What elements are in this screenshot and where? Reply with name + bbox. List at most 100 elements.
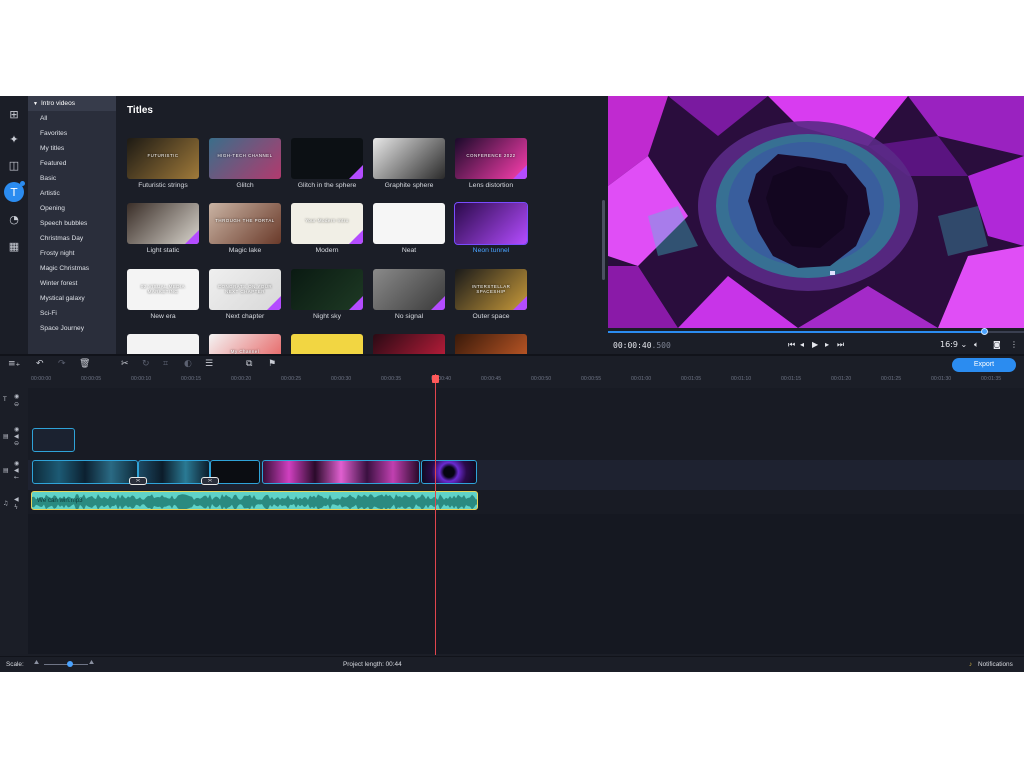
audio-track-fx-icon[interactable]: ϟ [14, 504, 18, 511]
category-item[interactable]: Winter forest [28, 276, 116, 291]
audio-track-volume-icon[interactable]: ◀ [14, 496, 19, 503]
title-thumbnail[interactable] [291, 334, 363, 354]
snapshot-icon[interactable]: ◙ [993, 340, 1001, 349]
video-clip-neon-tunnel[interactable] [421, 460, 477, 484]
bell-icon[interactable]: ♪ [969, 661, 972, 668]
aspect-ratio-select[interactable]: 16:9 ⌄ [940, 340, 967, 349]
title-thumbnail[interactable]: THROUGH THE PORTAL [209, 203, 281, 244]
title-thumbnail[interactable] [291, 269, 363, 310]
timeline-tracks: ›‹ ›‹ We can win.mp3 [28, 388, 1024, 654]
category-item[interactable]: Featured [28, 156, 116, 171]
scale-slider-track[interactable] [44, 664, 88, 665]
video-clip-1[interactable] [32, 460, 138, 484]
export-button[interactable]: Export [952, 358, 1016, 372]
category-header[interactable]: ▼ Intro videos [28, 96, 116, 111]
frame-forward-icon[interactable]: ▸ [825, 340, 829, 349]
category-item[interactable]: Space Journey [28, 321, 116, 336]
transition-marker-2[interactable]: ›‹ [201, 477, 219, 485]
overlay-track-visibility-icon[interactable]: ◉ [14, 426, 19, 433]
title-thumbnail[interactable] [373, 203, 445, 244]
title-thumbnail[interactable] [373, 269, 445, 310]
crop-icon[interactable]: ⌗ [163, 359, 168, 369]
video-track-link-icon[interactable]: ← [14, 474, 19, 481]
category-item[interactable]: My titles [28, 141, 116, 156]
rotate-icon[interactable]: ↻ [142, 359, 150, 369]
zoom-in-icon[interactable]: ⛰ [89, 660, 94, 667]
category-item[interactable]: Mystical galaxy [28, 291, 116, 306]
text-track[interactable] [28, 388, 1024, 428]
import-icon[interactable]: ⊞ [4, 104, 24, 124]
overlay-clip[interactable] [32, 428, 75, 452]
scale-slider-knob[interactable] [67, 661, 74, 667]
playhead-line[interactable] [435, 374, 436, 655]
title-thumbnail[interactable] [291, 138, 363, 179]
thumbnail-text: 02 VISUAL MEDIA MARKETING [140, 284, 186, 294]
title-thumbnail[interactable] [455, 334, 527, 354]
title-thumbnail[interactable]: INTERSTELLAR SPACESHIP [455, 269, 527, 310]
category-item[interactable]: Artistic [28, 186, 116, 201]
title-thumbnail[interactable] [127, 203, 199, 244]
title-thumbnail[interactable]: 02 VISUAL MEDIA MARKETING [127, 269, 199, 310]
overlay-track[interactable] [28, 428, 1024, 460]
title-thumbnail[interactable]: My Channel [209, 334, 281, 354]
more-icon[interactable]: ⋮ [1010, 340, 1018, 349]
title-thumbnail[interactable] [127, 334, 199, 354]
add-track-icon[interactable]: ≡₊ [8, 359, 20, 369]
undo-icon[interactable]: ↶ [36, 359, 44, 369]
skip-forward-icon[interactable]: ⏭ [837, 340, 844, 350]
title-label: Night sky [313, 313, 341, 320]
transition-marker-1[interactable]: ›‹ [129, 477, 147, 485]
preview-progress-knob[interactable] [981, 328, 989, 335]
timeline-ruler[interactable]: 00:00:00 00:00:05 00:00:10 00:00:15 00:00:20… [28, 374, 1024, 388]
preview-player[interactable] [608, 96, 1024, 328]
category-item[interactable]: Frosty night [28, 246, 116, 261]
title-thumbnail[interactable]: CONGRATS ON YOUR NEXT CHAPTER [209, 269, 281, 310]
video-track[interactable]: ›‹ ›‹ [28, 460, 1024, 490]
category-item[interactable]: Opening [28, 201, 116, 216]
video-track-visibility-icon[interactable]: ◉ [14, 460, 19, 467]
video-track-volume-icon[interactable]: ◀ [14, 467, 19, 474]
volume-icon[interactable]: 🔈︎ [974, 340, 979, 350]
title-thumbnail[interactable] [373, 138, 445, 179]
skip-back-icon[interactable]: ⏮ [788, 340, 795, 350]
title-thumbnail[interactable]: Your Modern Intro [291, 203, 363, 244]
audio-clip[interactable]: We can win.mp3 [31, 491, 478, 510]
title-thumbnail[interactable] [373, 334, 445, 354]
cut-icon[interactable]: ✂ [121, 359, 129, 369]
zoom-out-icon[interactable]: ⛰ [34, 660, 39, 667]
text-track-link-icon[interactable]: ⊖ [14, 401, 19, 408]
color-icon[interactable]: ◐ [184, 359, 192, 369]
overlay-track-volume-icon[interactable]: ◀ [14, 433, 19, 440]
category-item[interactable]: Magic Christmas [28, 261, 116, 276]
title-thumbnail[interactable]: FUTURISTIC [127, 138, 199, 179]
delete-icon[interactable]: 🗑︎ [79, 359, 90, 369]
adjust-icon[interactable]: ☰ [205, 359, 213, 369]
video-clip-2[interactable] [138, 460, 210, 484]
title-thumbnail[interactable]: HIGH-TECH CHANNEL [209, 138, 281, 179]
category-item[interactable]: All [28, 111, 116, 126]
category-item[interactable]: Sci-Fi [28, 306, 116, 321]
more-tools-icon[interactable]: ▦ [4, 236, 24, 256]
title-thumbnail[interactable]: CONFERENCE 2022 [455, 138, 527, 179]
frame-back-icon[interactable]: ◂ [800, 340, 804, 349]
overlay-track-link-icon[interactable]: ⊖ [14, 440, 19, 447]
gallery-scrollbar[interactable] [602, 200, 605, 280]
title-thumbnail[interactable] [454, 202, 528, 245]
redo-icon[interactable]: ↷ [58, 359, 66, 369]
category-item[interactable]: Favorites [28, 126, 116, 141]
category-item[interactable]: Basic [28, 171, 116, 186]
marker-icon[interactable]: ⚑ [268, 359, 276, 369]
play-icon[interactable]: ▶ [812, 340, 818, 349]
record-icon[interactable]: ⧉ [246, 359, 252, 369]
magic-wand-icon[interactable]: ✦ [4, 129, 24, 149]
video-clip-4[interactable] [262, 460, 420, 484]
audio-track[interactable]: We can win.mp3 [28, 490, 1024, 514]
stickers-icon[interactable]: ◔ [4, 209, 24, 229]
playhead-handle[interactable] [432, 375, 439, 383]
titles-icon[interactable]: T [4, 181, 25, 202]
category-item[interactable]: Speech bubbles [28, 216, 116, 231]
category-item[interactable]: Christmas Day [28, 231, 116, 246]
notifications-link[interactable]: Notifications [978, 661, 1013, 668]
text-track-visibility-icon[interactable]: ◉ [14, 393, 19, 400]
transitions-icon[interactable]: ◫ [4, 155, 24, 175]
